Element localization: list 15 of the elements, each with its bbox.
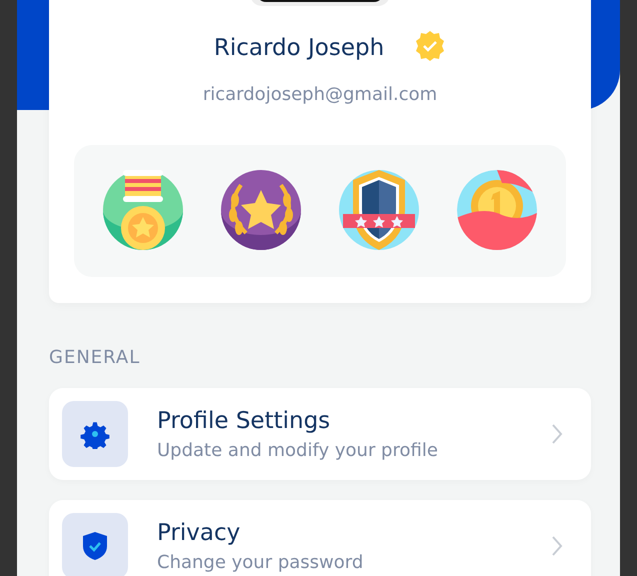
menu-item[interactable]: Profile Settings Update and modify your profile (49, 388, 591, 480)
item-subtitle: Update and modify your profile (157, 440, 439, 460)
item-subtitle: Change your password (157, 552, 364, 572)
section-title: GENERAL (49, 347, 142, 368)
chevron-right-icon (551, 535, 563, 557)
item-title: Privacy (157, 520, 242, 546)
menu-item[interactable]: Privacy Change your password (49, 500, 591, 576)
shield-check-icon (82, 531, 108, 561)
item-title: Profile Settings (157, 408, 332, 434)
medal-icon (103, 170, 183, 250)
chevron-right-icon (551, 423, 563, 445)
shield-icon (339, 170, 419, 250)
user-email: ricardojoseph@gmail.com (202, 84, 438, 105)
coin-icon (457, 170, 537, 250)
user-name: Ricardo Joseph (214, 35, 384, 61)
